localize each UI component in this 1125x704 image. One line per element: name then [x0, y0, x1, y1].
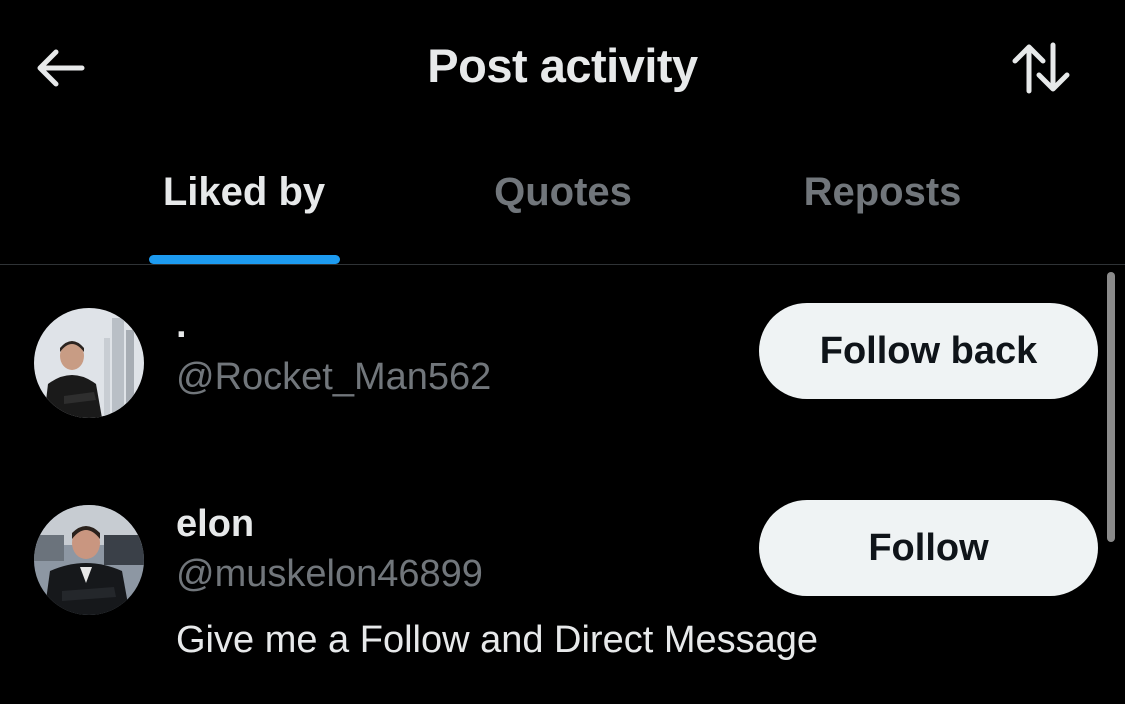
- scrollbar[interactable]: [1107, 272, 1115, 542]
- page-title: Post activity: [427, 39, 698, 92]
- user-list-item[interactable]: elon @muskelon46899 Give me a Follow and…: [0, 497, 1100, 677]
- avatar[interactable]: [34, 308, 144, 418]
- user-bio: Give me a Follow and Direct Message: [176, 619, 819, 661]
- user-handle: @muskelon46899: [176, 553, 483, 595]
- follow-button[interactable]: Follow: [759, 500, 1098, 596]
- sort-button[interactable]: [1006, 38, 1076, 98]
- sort-arrows-icon: [1012, 42, 1070, 94]
- tab-quotes[interactable]: Quotes: [470, 170, 656, 230]
- avatar[interactable]: [34, 505, 144, 615]
- active-tab-indicator: [149, 255, 340, 264]
- tab-divider: [0, 264, 1125, 265]
- display-name: elon: [176, 503, 255, 545]
- display-name: ·: [176, 314, 189, 356]
- user-handle: @Rocket_Man562: [176, 356, 492, 398]
- tab-liked-by[interactable]: Liked by: [148, 170, 340, 230]
- user-list-item[interactable]: · @Rocket_Man562 Follow back: [0, 300, 1100, 430]
- follow-back-button[interactable]: Follow back: [759, 303, 1098, 399]
- top-bar: Post activity: [0, 0, 1125, 135]
- tab-bar: Liked by Quotes Reposts: [0, 150, 1125, 264]
- tab-reposts[interactable]: Reposts: [780, 170, 985, 230]
